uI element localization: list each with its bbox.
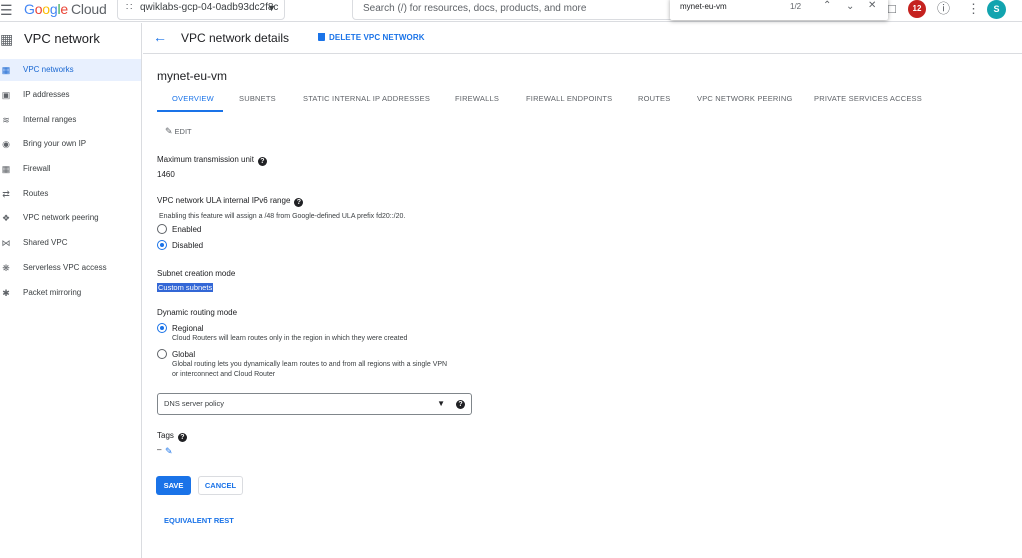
dns-server-policy-select[interactable]: DNS server policy ▼ ? — [157, 393, 472, 415]
routing-mode-label: Dynamic routing mode — [157, 308, 238, 317]
find-match-count: 1/2 — [790, 2, 802, 11]
tags-help-icon[interactable]: ? — [177, 433, 187, 442]
routing-regional-radio[interactable] — [157, 323, 167, 333]
sidebar-item-shared-vpc[interactable]: ⋈ Shared VPC — [0, 232, 141, 254]
sidebar-item-vpc-network-peering[interactable]: ❖ VPC network peering — [0, 207, 141, 229]
dns-help-icon[interactable]: ? — [456, 400, 465, 409]
mtu-label: Maximum transmission unit? — [157, 155, 267, 166]
packet-mirroring-icon: ✱ — [2, 288, 10, 298]
equivalent-rest-link[interactable]: EQUIVALENT REST — [164, 516, 234, 525]
mtu-help-icon[interactable]: ? — [257, 157, 267, 166]
save-button[interactable]: SAVE — [156, 476, 191, 495]
tab-vpc-network-peering[interactable]: VPC NETWORK PEERING — [697, 94, 792, 103]
tab-overview[interactable]: OVERVIEW — [172, 94, 214, 103]
network-name: mynet-eu-vm — [157, 69, 228, 83]
top-bar: ☰ Google Cloud ∷ qwiklabs-gcp-04-0adb93dc… — [0, 0, 1022, 22]
routing-regional-note: Cloud Routers will learn routes only in … — [172, 335, 408, 342]
hamburger-menu-icon[interactable]: ☰ — [0, 3, 13, 17]
peering-icon: ❖ — [1, 213, 11, 223]
sidebar-item-serverless-vpc-access[interactable]: ❋ Serverless VPC access — [0, 257, 141, 279]
vpc-network-logo-icon: ▦ — [0, 31, 14, 47]
sidebar-item-packet-mirroring[interactable]: ✱ Packet mirroring — [0, 282, 141, 304]
subnet-mode-label: Subnet creation mode — [157, 269, 236, 278]
ula-help-icon[interactable]: ? — [294, 198, 304, 207]
find-query-input[interactable]: mynet-eu-vm — [680, 2, 727, 11]
side-nav: ▦ VPC network ▦ VPC networks ▣ IP addres… — [0, 23, 142, 558]
side-nav-header: ▦ VPC network — [0, 29, 142, 51]
routing-global-radio[interactable] — [157, 349, 167, 359]
more-options-icon[interactable]: ⋮ — [967, 1, 980, 17]
mtu-value: 1460 — [157, 170, 175, 179]
sidebar-item-bring-your-own-ip[interactable]: ◉ Bring your own IP — [0, 133, 141, 155]
tab-private-services-access[interactable]: PRIVATE SERVICES ACCESS — [814, 94, 922, 103]
tab-routes[interactable]: ROUTES — [638, 94, 670, 103]
trash-icon — [318, 33, 325, 41]
ula-enabled-radio[interactable] — [157, 224, 167, 234]
cancel-button[interactable]: CANCEL — [198, 476, 243, 495]
find-previous-icon[interactable]: ⌃ — [823, 0, 831, 11]
ula-disabled-radio[interactable] — [157, 240, 167, 250]
sidebar-item-vpc-networks[interactable]: ▦ VPC networks — [0, 59, 141, 81]
ula-note: Enabling this feature will assign a /48 … — [159, 213, 406, 220]
project-picker[interactable]: ∷ qwiklabs-gcp-04-0adb93dc2f8c ▼ — [117, 0, 285, 20]
firewall-icon: ▦ — [1, 164, 11, 174]
browser-find-bar: mynet-eu-vm 1/2 ⌃ ⌄ ✕ — [670, 0, 888, 20]
edit-button[interactable]: ✎ EDIT — [165, 126, 192, 137]
edit-tags-pencil-icon[interactable]: ✎ — [165, 446, 173, 457]
find-next-icon[interactable]: ⌄ — [846, 1, 854, 12]
vpc-networks-icon: ▦ — [1, 65, 11, 75]
tab-firewalls[interactable]: FIREWALLS — [455, 94, 499, 103]
sidebar-item-internal-ranges[interactable]: ≋ Internal ranges — [0, 109, 141, 131]
find-close-icon[interactable]: ✕ — [868, 0, 876, 11]
tab-firewall-endpoints[interactable]: FIREWALL ENDPOINTS — [526, 94, 612, 103]
routes-icon: ⇄ — [2, 189, 10, 199]
tags-value: – — [157, 445, 162, 454]
search-input[interactable]: Search (/) for resources, docs, products… — [352, 0, 682, 20]
tab-subnets[interactable]: SUBNETS — [239, 94, 276, 103]
routing-global-note-line-2: or interconnect and Cloud Router — [172, 371, 276, 378]
serverless-icon: ❋ — [2, 263, 10, 273]
sidebar-item-ip-addresses[interactable]: ▣ IP addresses — [0, 84, 141, 106]
subnet-mode-value: Custom subnets — [157, 283, 214, 292]
routing-global-note-line-1: Global routing lets you dynamically lear… — [172, 361, 448, 368]
tags-label: Tags? — [157, 431, 187, 442]
ula-label: VPC network ULA internal IPv6 range? — [157, 196, 304, 207]
page-header: ← VPC network details DELETE VPC NETWORK — [143, 23, 1022, 54]
dropdown-caret-icon: ▼ — [267, 3, 276, 13]
shared-vpc-icon: ⋈ — [1, 238, 11, 248]
sidebar-item-firewall[interactable]: ▦ Firewall — [0, 158, 141, 180]
internal-ranges-icon: ≋ — [2, 115, 10, 125]
cloud-shell-icon[interactable]: □ — [888, 1, 896, 17]
tab-bar: OVERVIEW SUBNETS STATIC INTERNAL IP ADDR… — [157, 88, 937, 112]
back-arrow-icon[interactable]: ← — [153, 29, 167, 45]
page-title: VPC network details — [181, 31, 290, 45]
search-placeholder: Search (/) for resources, docs, products… — [363, 3, 587, 14]
project-icon: ∷ — [126, 2, 133, 13]
side-nav-title: VPC network — [24, 31, 100, 46]
help-icon[interactable]: ⓘ — [937, 1, 950, 17]
dropdown-caret-icon: ▼ — [437, 399, 445, 408]
tab-static-internal-ip-addresses[interactable]: STATIC INTERNAL IP ADDRESSES — [303, 94, 430, 103]
byoip-icon: ◉ — [2, 139, 10, 149]
notifications-badge[interactable]: 12 — [908, 0, 926, 18]
pencil-icon: ✎ — [165, 126, 173, 136]
sidebar-item-routes[interactable]: ⇄ Routes — [0, 183, 141, 205]
ip-addresses-icon: ▣ — [1, 90, 11, 100]
project-name: qwiklabs-gcp-04-0adb93dc2f8c — [140, 2, 279, 13]
avatar[interactable]: S — [987, 0, 1006, 19]
delete-vpc-network-button[interactable]: DELETE VPC NETWORK — [318, 33, 425, 42]
active-tab-indicator — [157, 110, 223, 112]
google-cloud-logo[interactable]: Google Cloud — [24, 1, 107, 17]
